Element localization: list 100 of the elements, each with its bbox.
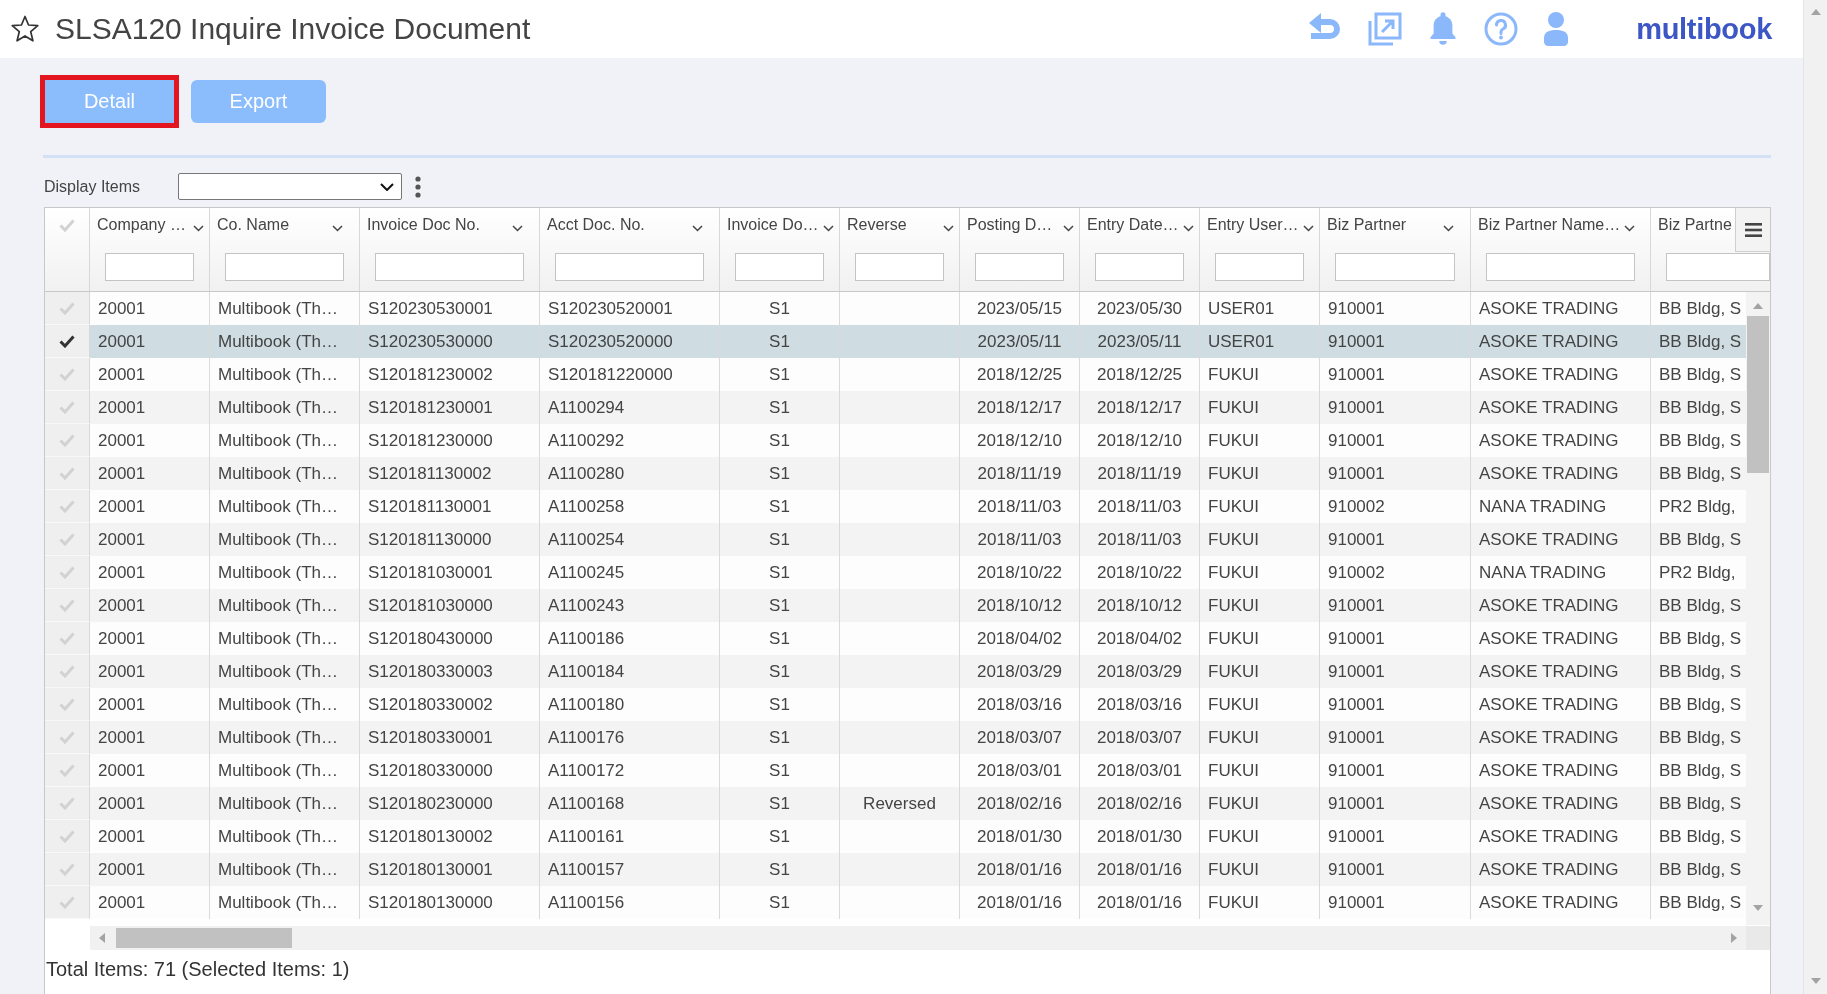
row-checkbox[interactable] [45,622,90,655]
filter-field[interactable] [735,253,824,281]
column-menu-button[interactable] [1735,208,1770,252]
table-row[interactable]: 20001 Multibook (Th… S120180230000 A1100168 S1 Reversed 2018/02/16 2018/02/16 FUKUI 910001 ASOKE TRADING BB Bldg, S [45,787,1746,820]
chevron-down-icon[interactable] [512,225,523,232]
star-icon[interactable] [10,15,40,43]
filter-field[interactable] [1486,253,1635,281]
table-cell: 2018/01/16 [1080,886,1200,919]
filter-field[interactable] [105,253,194,281]
column-header[interactable]: Company … [97,216,186,234]
table-row[interactable]: 20001 Multibook (Th… S120180330001 A1100176 S1 2018/03/07 2018/03/07 FUKUI 910001 ASOKE TRADING BB Bldg, S [45,721,1746,754]
column-header[interactable]: Co. Name [217,216,290,234]
table-cell: 2018/01/16 [960,886,1080,919]
window-arrow-icon[interactable] [1368,12,1403,46]
chevron-down-icon[interactable] [823,225,834,232]
row-checkbox[interactable] [45,853,90,886]
table-cell-text: BB Bldg, S [1658,528,1743,551]
table-row[interactable]: 20001 Multibook (Th… S120180330003 A1100184 S1 2018/03/29 2018/03/29 FUKUI 910001 ASOKE TRADING BB Bldg, S [45,655,1746,688]
menu-icon [1744,222,1762,237]
display-items-select[interactable] [178,173,402,200]
column-header[interactable]: Invoice Do… [727,216,819,234]
scrollbar-thumb[interactable] [116,928,292,948]
column-header[interactable]: Reverse [847,216,907,234]
app-logo: multibook [1636,12,1772,46]
filter-field[interactable] [855,253,944,281]
table-row[interactable]: 20001 Multibook (Th… S120181030000 A1100243 S1 2018/10/12 2018/10/12 FUKUI 910001 ASOKE TRADING BB Bldg, S [45,589,1746,622]
user-icon[interactable] [1544,12,1569,46]
right-arrow-icon[interactable] [1731,933,1737,943]
horizontal-scrollbar[interactable] [90,926,1746,950]
table-cell-text: BB Bldg, S [1658,792,1743,815]
row-checkbox[interactable] [45,655,90,688]
chevron-down-icon[interactable] [1063,225,1074,232]
filter-field[interactable] [1095,253,1184,281]
column-header[interactable]: Entry Date… [1087,216,1179,234]
table-cell-text: BB Bldg, S [1658,330,1743,353]
row-checkbox[interactable] [45,721,90,754]
table-cell-text: BB Bldg, S [1658,363,1743,386]
row-checkbox[interactable] [45,391,90,424]
table-row[interactable]: 20001 Multibook (Th… S120181130000 A1100254 S1 2018/11/03 2018/11/03 FUKUI 910001 ASOKE TRADING BB Bldg, S [45,523,1746,556]
row-checkbox[interactable] [45,292,90,325]
row-checkbox[interactable] [45,325,90,358]
chevron-down-icon[interactable] [1624,225,1636,232]
left-arrow-icon[interactable] [99,933,105,943]
table-cell: S120180130000 [360,886,540,919]
table-row[interactable]: 20001 Multibook (Th… S120181230001 A1100294 S1 2018/12/17 2018/12/17 FUKUI 910001 ASOKE TRADING BB Bldg, S [45,391,1746,424]
table-cell: 20001 [90,886,210,919]
filter-field[interactable] [225,253,344,281]
table-cell-text: BB Bldg, S [1658,594,1743,617]
help-icon[interactable] [1484,12,1519,46]
row-checkbox[interactable] [45,556,90,589]
filter-field[interactable] [375,253,524,281]
filter-field[interactable] [1335,253,1455,281]
row-checkbox[interactable] [45,523,90,556]
table-cell-text: BB Bldg, S [1658,759,1743,782]
chevron-down-icon[interactable] [193,225,204,232]
column-header[interactable]: Biz Partner Name… [1478,216,1621,234]
status-text: Total Items: 71 (Selected Items: 1) [46,958,351,981]
scrollbar-thumb[interactable] [1747,316,1769,473]
filter-field[interactable] [975,253,1064,281]
column-header[interactable]: Acct Doc. No. [547,216,645,234]
row-checkbox[interactable] [45,688,90,721]
up-arrow-icon[interactable] [1810,9,1821,15]
column-header[interactable]: Biz Partne [1658,216,1732,234]
chevron-down-icon [380,182,394,191]
row-checkbox[interactable] [45,886,90,919]
chevron-down-icon[interactable] [692,225,703,232]
chevron-down-icon[interactable] [943,225,954,232]
table-cell-text: BB Bldg, S [1658,858,1743,881]
row-checkbox[interactable] [45,424,90,457]
chevron-down-icon[interactable] [1183,225,1194,232]
down-arrow-icon[interactable] [1753,905,1763,911]
row-checkbox[interactable] [45,589,90,622]
select-all-check-icon[interactable] [59,219,75,232]
table-row[interactable]: 20001 Multibook (Th… S120230530000 S120230520000 S1 2023/05/11 2023/05/11 USER01 910001 ASOKE TRADING BB Bldg, S [45,325,1746,358]
filter-field[interactable] [1666,253,1770,281]
table-row[interactable]: 20001 Multibook (Th… S120181130002 A1100280 S1 2018/11/19 2018/11/19 FUKUI 910001 ASOKE TRADING BB Bldg, S [45,457,1746,490]
table-row[interactable]: 20001 Multibook (Th… S120180130001 A1100157 S1 2018/01/16 2018/01/16 FUKUI 910001 ASOKE TRADING BB Bldg, S [45,853,1746,886]
vertical-scrollbar[interactable] [1746,292,1770,925]
row-checkbox[interactable] [45,358,90,391]
row-checkbox[interactable] [45,490,90,523]
row-checkbox[interactable] [45,457,90,490]
more-options-icon[interactable] [415,175,421,198]
down-arrow-icon[interactable] [1810,978,1821,984]
chevron-down-icon[interactable] [1303,225,1314,232]
column-header[interactable]: Biz Partner [1327,216,1407,234]
page-title: SLSA120 Inquire Invoice Document [55,12,531,46]
filter-field[interactable] [555,253,704,281]
chevron-down-icon[interactable] [1443,225,1454,232]
column-header[interactable]: Invoice Doc No. [367,216,480,234]
up-arrow-icon[interactable] [1753,303,1763,309]
row-checkbox[interactable] [45,820,90,853]
page-scrollbar[interactable] [1803,0,1827,994]
chevron-down-icon[interactable] [332,225,343,232]
column-header[interactable]: Entry User… [1207,216,1299,234]
bell-icon[interactable] [1428,12,1459,46]
filter-field[interactable] [1215,253,1304,281]
row-checkbox[interactable] [45,787,90,820]
row-checkbox[interactable] [45,754,90,787]
check-icon[interactable] [59,334,75,348]
column-header[interactable]: Posting D… [967,216,1053,234]
